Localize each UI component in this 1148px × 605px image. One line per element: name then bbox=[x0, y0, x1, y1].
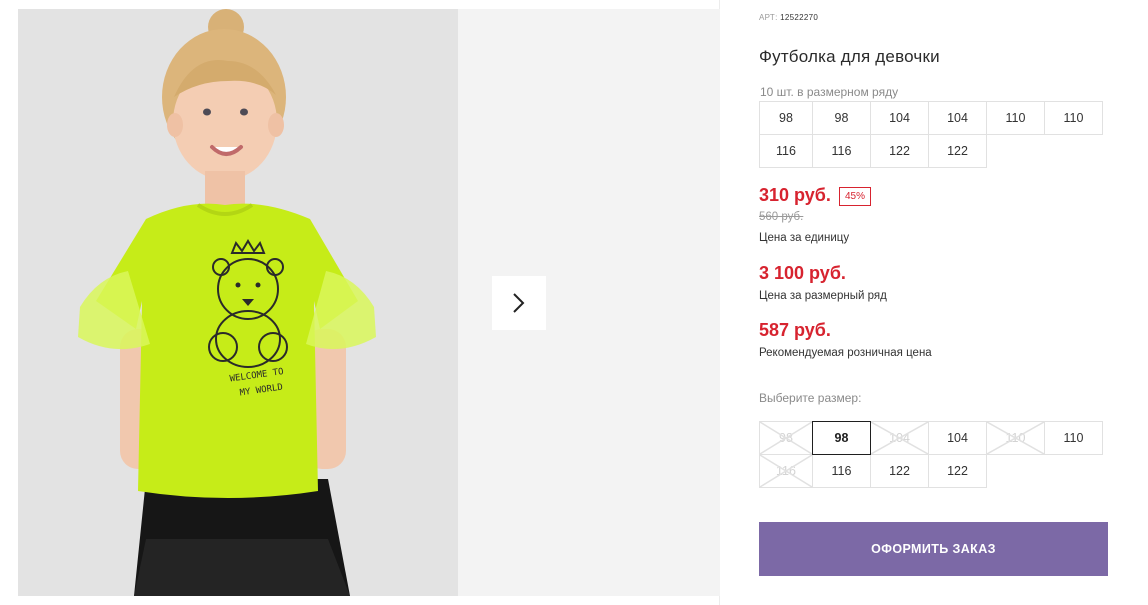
size-selector: 98 98 104 104 110 110 116 116 122 122 bbox=[759, 421, 1103, 488]
article-prefix: АРТ: bbox=[759, 13, 778, 22]
unit-price-label: Цена за единицу bbox=[759, 232, 850, 244]
unavailable-cross-icon bbox=[871, 422, 928, 454]
product-info-panel: АРТ: 12522270 Футболка для девочки 10 шт… bbox=[759, 0, 1119, 605]
product-photo[interactable]: WELCOME TO MY WORLD bbox=[18, 9, 458, 596]
order-button[interactable]: ОФОРМИТЬ ЗАКАЗ bbox=[759, 522, 1108, 576]
product-photo-illustration: WELCOME TO MY WORLD bbox=[18, 9, 458, 596]
size-row-cell: 122 bbox=[870, 134, 929, 168]
size-option-available[interactable]: 104 bbox=[928, 421, 987, 455]
unavailable-cross-icon bbox=[760, 455, 812, 487]
size-option-disabled: 104 bbox=[870, 421, 929, 455]
size-option-disabled: 110 bbox=[986, 421, 1045, 455]
size-option-available[interactable]: 122 bbox=[870, 454, 929, 488]
size-option-label: 110 bbox=[1063, 431, 1084, 445]
old-price: 560 руб. bbox=[759, 211, 804, 223]
retail-price-label: Рекомендуемая розничная цена bbox=[759, 347, 932, 359]
unavailable-cross-icon bbox=[987, 422, 1044, 454]
size-option-label: 116 bbox=[831, 464, 852, 478]
discount-badge: 45% bbox=[839, 187, 872, 206]
size-row-cell: 104 bbox=[870, 101, 929, 135]
row-price-label: Цена за размерный ряд bbox=[759, 290, 887, 302]
product-gallery: WELCOME TO MY WORLD bbox=[0, 0, 720, 605]
size-option-disabled: 116 bbox=[759, 454, 813, 488]
unavailable-cross-icon bbox=[760, 422, 812, 454]
size-row-cell: 110 bbox=[986, 101, 1045, 135]
size-option-selected[interactable]: 98 bbox=[812, 421, 871, 455]
article-number: АРТ: 12522270 bbox=[759, 13, 818, 22]
size-option-label: 122 bbox=[889, 464, 910, 478]
size-option-label: 104 bbox=[947, 431, 968, 445]
row-price: 3 100 руб. bbox=[759, 263, 846, 283]
product-title: Футболка для девочки bbox=[759, 47, 940, 66]
chevron-right-icon bbox=[513, 293, 525, 313]
size-option-available[interactable]: 116 bbox=[812, 454, 871, 488]
size-row-cell: 110 bbox=[1044, 101, 1103, 135]
retail-price: 587 руб. bbox=[759, 320, 831, 340]
size-row-cell: 116 bbox=[812, 134, 871, 168]
size-row-grid: 98 98 104 104 110 110 116 116 122 122 bbox=[759, 101, 1103, 168]
size-option-label: 98 bbox=[834, 431, 849, 445]
size-option-disabled: 98 bbox=[759, 421, 813, 455]
size-row-cell: 98 bbox=[812, 101, 871, 135]
article-value: 12522270 bbox=[780, 13, 819, 22]
size-option-available[interactable]: 110 bbox=[1044, 421, 1103, 455]
size-row-cell: 104 bbox=[928, 101, 987, 135]
size-option-available[interactable]: 122 bbox=[928, 454, 987, 488]
gallery-next-button[interactable] bbox=[492, 276, 546, 330]
size-row-cell: 98 bbox=[759, 101, 813, 135]
choose-size-label: Выберите размер: bbox=[759, 391, 862, 405]
size-row-note: 10 шт. в размерном ряду bbox=[760, 85, 899, 99]
size-row-cell: 122 bbox=[928, 134, 987, 168]
unit-price: 310 руб. bbox=[759, 185, 831, 205]
size-option-label: 122 bbox=[947, 464, 968, 478]
size-row-cell: 116 bbox=[759, 134, 813, 168]
